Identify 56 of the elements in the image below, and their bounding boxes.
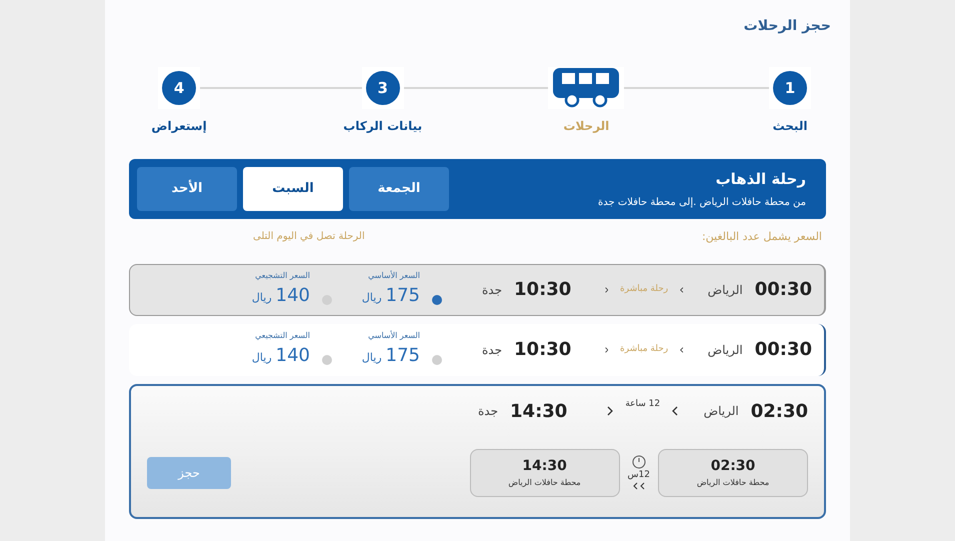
chevron-icon bbox=[604, 344, 608, 354]
price-label: السعر الأساسي bbox=[368, 270, 420, 282]
price-amount: 175 bbox=[386, 284, 420, 308]
price-label: السعر التشجيعي bbox=[255, 270, 310, 282]
arrival-city: جدة bbox=[478, 403, 498, 420]
step-label: البحث bbox=[772, 118, 808, 135]
departure-time: 00:30 bbox=[754, 278, 812, 302]
chevron-icon bbox=[604, 284, 608, 294]
trip-duration: 12س bbox=[628, 468, 650, 482]
price-currency: ريال bbox=[362, 290, 382, 306]
day-tab[interactable]: السبت bbox=[243, 167, 343, 211]
step-label: إستعراض bbox=[151, 118, 207, 135]
chevron-icon bbox=[607, 406, 614, 416]
page-title: حجز الرحلات bbox=[742, 17, 831, 36]
departure-time: 02:30 bbox=[750, 400, 808, 424]
departure-city: الرياض bbox=[704, 403, 739, 420]
price-amount: 140 bbox=[276, 344, 310, 368]
day-tab[interactable]: الجمعة bbox=[349, 167, 449, 211]
price-currency: ريال bbox=[252, 290, 272, 306]
chevron-icon bbox=[672, 406, 678, 416]
step-number: 3 bbox=[366, 71, 400, 105]
departure-time: 00:30 bbox=[754, 338, 812, 362]
departure-city: الرياض bbox=[708, 282, 743, 298]
price-amount: 175 bbox=[386, 344, 420, 368]
arrival-note: الرحلة تصل في اليوم التلى bbox=[253, 230, 365, 244]
price-label: السعر الأساسي bbox=[368, 330, 420, 342]
chevron-icon bbox=[680, 344, 684, 354]
arrival-city: جدة bbox=[482, 342, 502, 358]
price-currency: ريال bbox=[252, 350, 272, 366]
arrival-time: 10:30 bbox=[514, 278, 572, 302]
bus-icon bbox=[552, 67, 620, 109]
station-time: 14:30 bbox=[522, 457, 567, 476]
price-amount: 140 bbox=[276, 284, 310, 308]
arrival-city: جدة bbox=[482, 282, 502, 298]
station-time: 02:30 bbox=[710, 457, 756, 476]
trip-type: 12 ساعة bbox=[625, 398, 660, 412]
trip-type: رحلة مباشرة bbox=[620, 342, 668, 356]
trip-route: من محطة حافلات الرياض .إلى محطة حافلات جدة bbox=[598, 196, 806, 210]
departure-city: الرياض bbox=[708, 342, 743, 358]
step-number: 1 bbox=[773, 71, 807, 105]
chevrons-icon bbox=[632, 482, 646, 490]
clock-icon bbox=[632, 454, 646, 469]
trip-title: رحلة الذهاب bbox=[716, 169, 806, 190]
step-label: الرحلات bbox=[563, 118, 610, 135]
step-label: بيانات الركاب bbox=[343, 118, 422, 135]
arrival-time: 14:30 bbox=[510, 400, 568, 424]
trip-type: رحلة مباشرة bbox=[620, 282, 668, 296]
station-name: محطة حافلات الرياض bbox=[508, 477, 581, 489]
price-note: السعر يشمل عدد البالغين: bbox=[702, 229, 822, 245]
price-label: السعر التشجيعي bbox=[255, 330, 310, 342]
step-number: 4 bbox=[162, 71, 196, 105]
day-tab[interactable]: الأحد bbox=[137, 167, 237, 211]
arrival-time: 10:30 bbox=[514, 338, 572, 362]
chevron-icon bbox=[680, 284, 684, 294]
price-currency: ريال bbox=[362, 350, 382, 366]
station-name: محطة حافلات الرياض bbox=[696, 477, 770, 489]
